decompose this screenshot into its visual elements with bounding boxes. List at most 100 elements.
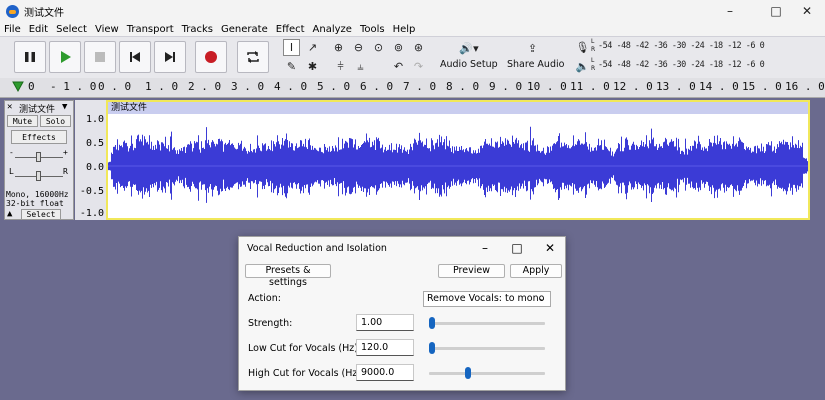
ruler-tick: 7 . 0 (403, 80, 437, 93)
low-cut-slider[interactable] (429, 347, 545, 350)
mute-button[interactable]: Mute (7, 115, 38, 127)
play-button[interactable] (49, 41, 81, 73)
share-audio-icon[interactable]: ⇪ (524, 40, 541, 57)
action-select-value: Remove Vocals: to mono (427, 293, 545, 304)
track-control-panel[interactable]: ✕ 测试文件 ▼ Mute Solo Effects - + L R Mono,… (4, 100, 74, 220)
track-area: ✕ 测试文件 ▼ Mute Solo Effects - + L R Mono,… (0, 98, 825, 222)
strength-label: Strength: (248, 318, 293, 329)
pause-button[interactable] (14, 41, 46, 73)
high-cut-input[interactable]: 9000.0 (356, 364, 414, 381)
zoom-in-icon[interactable]: ⊕ (330, 39, 347, 56)
envelope-tool-icon[interactable]: ↗ (304, 39, 321, 56)
record-icon (205, 51, 217, 63)
play-head-icon[interactable] (12, 81, 24, 93)
waveform-path (108, 126, 808, 203)
menu-generate[interactable]: Generate (217, 24, 272, 35)
ruler-tick: 2 . 0 (188, 80, 222, 93)
track-select-button[interactable]: Select (21, 209, 61, 220)
record-meter-l: L (591, 38, 595, 45)
action-label: Action: (248, 293, 281, 304)
solo-button[interactable]: Solo (40, 115, 71, 127)
skip-to-start-button[interactable] (119, 41, 151, 73)
menu-tracks[interactable]: Tracks (178, 24, 217, 35)
high-cut-slider-thumb[interactable] (465, 367, 472, 379)
audacity-logo-icon (6, 4, 19, 18)
menu-help[interactable]: Help (389, 24, 420, 35)
dialog-title: Vocal Reduction and Isolation (247, 243, 387, 254)
apply-button[interactable]: Apply (510, 264, 562, 278)
audio-setup-speaker-icon[interactable]: 🔊▾ (455, 40, 483, 57)
minimize-icon[interactable]: – (711, 0, 749, 22)
strength-slider[interactable] (429, 322, 545, 325)
skip-start-icon (130, 52, 140, 62)
draw-tool-icon[interactable]: ✎ (283, 58, 300, 75)
track-menu-chevron-icon[interactable]: ▼ (62, 102, 67, 112)
pan-right-label: R (63, 167, 68, 176)
redo-icon[interactable]: ↷ (410, 58, 427, 75)
strength-input[interactable]: 1.00 (356, 314, 414, 331)
skip-to-end-button[interactable] (154, 41, 186, 73)
toolbar: I ↗ ✎ ✱ ⊕ ⊖ ⊙ ⊚ ⊛ ⫩ ⫨ ↶ ↷ 🔊▾ Audio Setup… (0, 36, 825, 78)
low-cut-input[interactable]: 120.0 (356, 339, 414, 356)
audio-setup-button[interactable]: Audio Setup (440, 59, 498, 70)
menu-select[interactable]: Select (52, 24, 91, 35)
play-meter-r: R (591, 65, 596, 72)
timeline-ruler[interactable]: 0 - 1 . 0 0 . 0 1 . 0 2 . 0 3 . 0 4 . 0 … (0, 78, 825, 98)
undo-icon[interactable]: ↶ (390, 58, 407, 75)
track-close-icon[interactable]: ✕ (7, 102, 12, 112)
trim-audio-icon[interactable]: ⫩ (332, 58, 349, 75)
effects-button[interactable]: Effects (11, 130, 67, 144)
presets-settings-button[interactable]: Presets & settings (245, 264, 331, 288)
low-cut-slider-thumb[interactable] (429, 342, 435, 354)
ruler-tick: 4 . 0 (274, 80, 308, 93)
silence-audio-icon[interactable]: ⫨ (352, 58, 369, 75)
fit-project-icon[interactable]: ⊚ (390, 39, 407, 56)
high-cut-slider[interactable] (429, 372, 545, 375)
scale-label: 0.5 (85, 138, 104, 149)
collapse-icon[interactable]: ▲ (7, 209, 12, 219)
menu-view[interactable]: View (91, 24, 123, 35)
pan-slider-thumb[interactable] (36, 171, 41, 181)
stop-button[interactable] (84, 41, 116, 73)
audio-clip[interactable]: 测试文件 (106, 100, 810, 220)
strength-slider-thumb[interactable] (429, 317, 435, 329)
track-name[interactable]: 测试文件 (19, 102, 55, 115)
menu-edit[interactable]: Edit (25, 24, 52, 35)
play-meter-scale[interactable]: -54 -48 -42 -36 -30 -24 -18 -12 -6 0 (598, 60, 765, 70)
preview-button[interactable]: Preview (438, 264, 505, 278)
menu-effect[interactable]: Effect (272, 24, 309, 35)
multi-tool-icon[interactable]: ✱ (304, 58, 321, 75)
action-select[interactable]: Remove Vocals: to mono ⌄ (423, 291, 551, 307)
ruler-tick: - 1 . 0 (50, 80, 97, 93)
dialog-minimize-icon[interactable]: – (473, 239, 497, 257)
ruler-tick: 9 . 0 (489, 80, 523, 93)
share-audio-button[interactable]: Share Audio (507, 59, 564, 70)
fit-selection-icon[interactable]: ⊙ (370, 39, 387, 56)
menu-analyze[interactable]: Analyze (309, 24, 356, 35)
playback-speaker-icon[interactable]: 🔈 (574, 58, 591, 75)
ruler-tick: 0 (28, 80, 35, 93)
microphone-icon[interactable]: 🎙 (574, 39, 591, 56)
window-title: 测试文件 (24, 7, 64, 19)
scale-label: 1.0 (85, 114, 104, 125)
clip-title[interactable]: 测试文件 (108, 102, 808, 114)
selection-tool-icon[interactable]: I (283, 39, 300, 56)
waveform[interactable] (108, 114, 808, 218)
menu-file[interactable]: File (0, 24, 25, 35)
menu-tools[interactable]: Tools (356, 24, 389, 35)
ruler-tick: 10 . 0 (527, 80, 567, 93)
zoom-out-icon[interactable]: ⊖ (350, 39, 367, 56)
zoom-toggle-icon[interactable]: ⊛ (410, 39, 427, 56)
loop-button[interactable] (237, 41, 269, 73)
title-bar: 测试文件 – □ ✕ (0, 0, 825, 22)
gain-minus-label: - (9, 148, 14, 157)
dialog-close-icon[interactable]: ✕ (538, 239, 562, 257)
track-format-info: Mono, 16000Hz (6, 190, 69, 199)
record-button[interactable] (195, 41, 227, 73)
record-meter-scale[interactable]: -54 -48 -42 -36 -30 -24 -18 -12 -6 0 (598, 41, 765, 51)
vertical-amplitude-scale[interactable]: 1.0 0.5 0.0 -0.5 -1.0 (75, 100, 107, 220)
dialog-maximize-icon[interactable]: □ (505, 239, 529, 257)
gain-slider-thumb[interactable] (36, 152, 41, 162)
close-icon[interactable]: ✕ (788, 0, 825, 22)
menu-transport[interactable]: Transport (123, 24, 178, 35)
